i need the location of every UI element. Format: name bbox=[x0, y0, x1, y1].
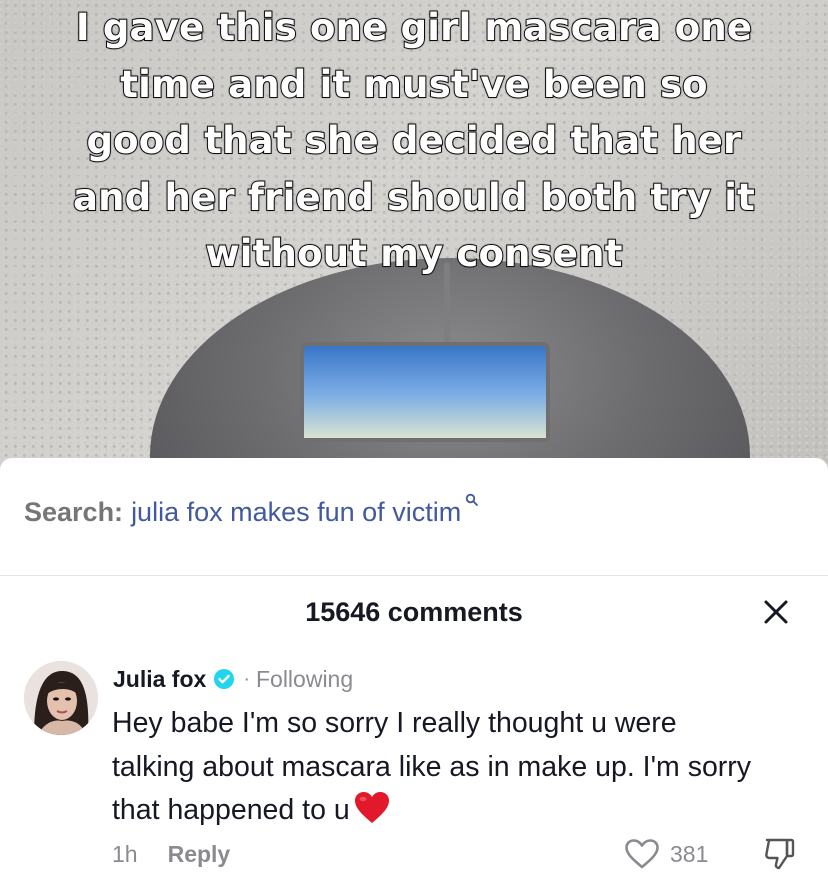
search-prefix: Search: bbox=[24, 497, 124, 527]
comment-time: 1h bbox=[112, 840, 138, 867]
author-name[interactable]: Julia fox bbox=[113, 666, 206, 693]
search-icon bbox=[465, 493, 479, 506]
video-preview[interactable]: I gave this one girl mascara one time an… bbox=[0, 0, 828, 470]
following-label: Following bbox=[255, 665, 354, 692]
avatar-image bbox=[24, 661, 98, 735]
reply-button[interactable]: Reply bbox=[168, 841, 231, 868]
red-heart-emoji-icon bbox=[354, 792, 389, 823]
cap-patch bbox=[300, 342, 550, 442]
comment-text: Hey babe I'm so sorry I really thought u… bbox=[112, 707, 752, 826]
separator-dot: · bbox=[243, 667, 250, 690]
comment-meta: 1h Reply bbox=[112, 838, 230, 870]
like-button[interactable]: 381 bbox=[624, 836, 708, 872]
like-count: 381 bbox=[670, 840, 709, 867]
avatar[interactable] bbox=[24, 661, 98, 735]
comments-count: 15646 comments bbox=[305, 597, 523, 627]
comment-author-row: Julia fox · Following bbox=[113, 662, 353, 696]
close-icon[interactable] bbox=[760, 596, 792, 628]
video-caption: I gave this one girl mascara one time an… bbox=[72, 5, 756, 276]
divider bbox=[0, 575, 828, 576]
comment-body: Hey babe I'm so sorry I really thought u… bbox=[112, 702, 752, 833]
search-suggestion[interactable]: Search: julia fox makes fun of victim bbox=[24, 493, 479, 537]
search-query-link[interactable]: julia fox makes fun of victim bbox=[131, 497, 461, 528]
verified-badge-icon bbox=[214, 669, 235, 689]
thumbs-down-icon[interactable] bbox=[762, 836, 796, 872]
heart-outline-icon[interactable] bbox=[624, 838, 660, 870]
